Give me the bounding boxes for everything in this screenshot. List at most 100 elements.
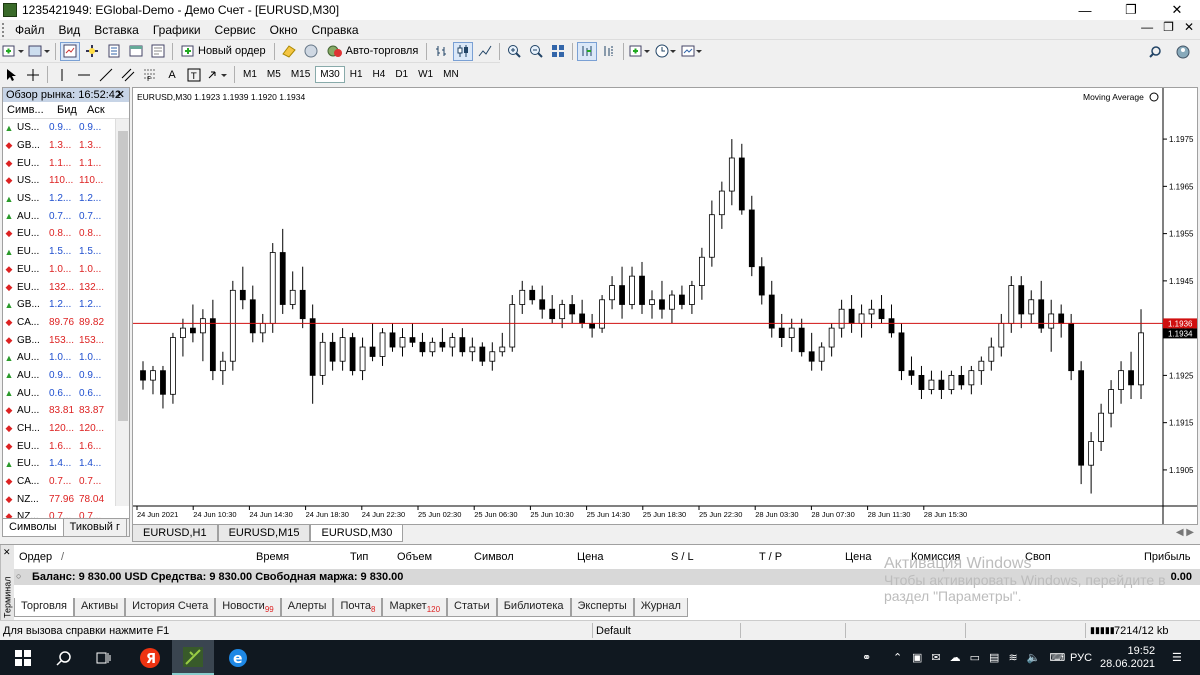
- col-sl[interactable]: S / L: [671, 551, 694, 563]
- task-view-icon[interactable]: [86, 640, 122, 675]
- start-icon[interactable]: [0, 640, 46, 675]
- tray-keyboard-icon[interactable]: ⌨: [1049, 651, 1065, 664]
- indicator-close-icon[interactable]: [1149, 92, 1159, 102]
- market-watch-row[interactable]: ◆ EU... 1.0... 1.0...: [3, 261, 117, 279]
- market-watch-close-icon[interactable]: ✕: [116, 88, 125, 101]
- chart-window[interactable]: EURUSD,M30 1.1923 1.1939 1.1920 1.1934 M…: [132, 87, 1198, 525]
- vertical-line-icon[interactable]: [52, 65, 72, 84]
- menu-insert[interactable]: Вставка: [87, 23, 146, 37]
- cursor-icon[interactable]: [1, 65, 21, 84]
- market-watch-row[interactable]: ◆ GB... 153... 153...: [3, 331, 117, 349]
- tray-language[interactable]: РУС: [1070, 640, 1092, 675]
- timeframe-m30[interactable]: M30: [315, 66, 345, 83]
- scroll-thumb[interactable]: [118, 131, 128, 421]
- signals-icon[interactable]: [301, 42, 321, 61]
- terminal-tab[interactable]: Эксперты: [570, 598, 634, 617]
- col-order[interactable]: Ордер: [19, 551, 52, 563]
- market-watch-row[interactable]: ▲ GB... 1.2... 1.2...: [3, 296, 117, 314]
- tray-battery-icon[interactable]: ▭: [970, 651, 980, 664]
- market-watch-row[interactable]: ◆ EU... 1.1... 1.1...: [3, 154, 117, 172]
- tab-symbols[interactable]: Символы: [3, 519, 64, 536]
- text-icon[interactable]: A: [162, 65, 182, 84]
- tray-cloud-icon[interactable]: ☁: [950, 651, 961, 664]
- tray-mail-icon[interactable]: ✉: [931, 651, 940, 664]
- col-bid[interactable]: Бид: [49, 104, 79, 116]
- notifications-icon[interactable]: ☰: [1172, 640, 1182, 675]
- terminal-tab[interactable]: Маркет120: [382, 598, 448, 617]
- market-watch-row[interactable]: ▲ US... 1.2... 1.2...: [3, 190, 117, 208]
- terminal-tab[interactable]: Почта8: [333, 598, 383, 617]
- col-time[interactable]: Время: [256, 551, 289, 563]
- people-icon[interactable]: ⚭: [862, 640, 871, 675]
- mdi-restore-button[interactable]: ❐: [1163, 20, 1174, 34]
- menu-window[interactable]: Окно: [263, 23, 305, 37]
- market-watch-row[interactable]: ▲ EU... 1.5... 1.5...: [3, 243, 117, 261]
- edge-icon[interactable]: e: [218, 640, 258, 675]
- market-watch-icon[interactable]: [60, 41, 80, 61]
- zoom-in-icon[interactable]: [504, 42, 524, 61]
- market-watch-row[interactable]: ▲ AU... 0.9... 0.9...: [3, 367, 117, 385]
- terminal-tab[interactable]: Библиотека: [496, 598, 571, 617]
- market-watch-row[interactable]: ▲ AU... 0.7... 0.7...: [3, 207, 117, 225]
- arrows-icon[interactable]: [206, 65, 230, 84]
- col-tp[interactable]: T / P: [759, 551, 782, 563]
- col-volume[interactable]: Объем: [397, 551, 432, 563]
- price-chart[interactable]: EURUSD,M30 1.1923 1.1939 1.1920 1.1934 M…: [133, 88, 1197, 524]
- menu-tools[interactable]: Сервис: [208, 23, 263, 37]
- terminal-tab[interactable]: Активы: [73, 598, 126, 617]
- crosshair-icon[interactable]: [23, 65, 43, 84]
- tray-chevron-icon[interactable]: ⌃: [893, 640, 902, 675]
- mdi-minimize-button[interactable]: —: [1141, 20, 1153, 34]
- equidistant-channel-icon[interactable]: [118, 65, 138, 84]
- col-symbol[interactable]: Симв...: [3, 104, 49, 116]
- market-watch-row[interactable]: ◆ AU... 83.81 83.87: [3, 402, 117, 420]
- col-symbol[interactable]: Символ: [474, 551, 514, 563]
- yandex-browser-icon[interactable]: Я: [130, 640, 170, 675]
- tray-volume-icon[interactable]: 🔈: [1027, 651, 1041, 664]
- timeframe-w1[interactable]: W1: [413, 66, 438, 83]
- col-ask[interactable]: Аск: [79, 104, 113, 116]
- templates-icon[interactable]: [680, 42, 704, 61]
- timeframe-mn[interactable]: MN: [438, 66, 464, 83]
- tray-clock[interactable]: 19:52 28.06.2021: [1100, 640, 1155, 675]
- fibonacci-icon[interactable]: F: [140, 65, 160, 84]
- market-watch-scrollbar[interactable]: [115, 119, 129, 506]
- market-watch-row[interactable]: ◆ CA... 89.76 89.82: [3, 314, 117, 332]
- chart-tabs-scroll-arrows[interactable]: ◀ ▶: [1176, 527, 1194, 538]
- col-type[interactable]: Тип: [350, 551, 368, 563]
- chart-tab-m15[interactable]: EURUSD,M15: [217, 525, 311, 542]
- search-icon[interactable]: [46, 640, 82, 675]
- market-watch-row[interactable]: ◆ GB... 1.3... 1.3...: [3, 137, 117, 155]
- market-watch-row[interactable]: ◆ US... 110... 110...: [3, 172, 117, 190]
- bar-chart-icon[interactable]: [431, 42, 451, 61]
- terminal-icon[interactable]: [126, 42, 146, 61]
- market-watch-row[interactable]: ▲ AU... 1.0... 1.0...: [3, 349, 117, 367]
- market-watch-row[interactable]: ▲ AU... 0.6... 0.6...: [3, 384, 117, 402]
- timeframe-d1[interactable]: D1: [390, 66, 413, 83]
- menu-file[interactable]: Файл: [8, 23, 52, 37]
- col-price[interactable]: Цена: [577, 551, 603, 563]
- market-watch-row[interactable]: ▲ EU... 1.4... 1.4...: [3, 455, 117, 473]
- timeframe-h4[interactable]: H4: [368, 66, 391, 83]
- candles-icon[interactable]: [453, 41, 474, 61]
- chart-shift-icon[interactable]: [599, 42, 619, 61]
- col-price2[interactable]: Цена: [845, 551, 871, 563]
- market-watch-row[interactable]: ◆ EU... 0.8... 0.8...: [3, 225, 117, 243]
- market-watch-row[interactable]: ◆ CA... 0.7... 0.7...: [3, 473, 117, 491]
- tester-icon[interactable]: [148, 42, 168, 61]
- market-watch-row[interactable]: ◆ EU... 1.6... 1.6...: [3, 437, 117, 455]
- terminal-tab[interactable]: Статьи: [447, 598, 497, 617]
- indicators-icon[interactable]: [628, 42, 652, 61]
- search-icon[interactable]: [1145, 42, 1165, 61]
- auto-trading-button[interactable]: Авто-торговля: [323, 42, 423, 61]
- terminal-tab[interactable]: Алерты: [280, 598, 334, 617]
- timeframe-m1[interactable]: M1: [238, 66, 262, 83]
- market-watch-row[interactable]: ◆ EU... 132... 132...: [3, 278, 117, 296]
- market-watch-row[interactable]: ▲ US... 0.9... 0.9...: [3, 119, 117, 137]
- tray-app-icon[interactable]: ▣: [912, 651, 922, 664]
- metatrader-taskbar-icon[interactable]: [172, 640, 214, 675]
- close-button[interactable]: ✕: [1154, 0, 1200, 20]
- tray-device-icon[interactable]: ▤: [989, 651, 999, 664]
- terminal-tab[interactable]: Торговля: [14, 598, 74, 617]
- menu-view[interactable]: Вид: [52, 23, 88, 37]
